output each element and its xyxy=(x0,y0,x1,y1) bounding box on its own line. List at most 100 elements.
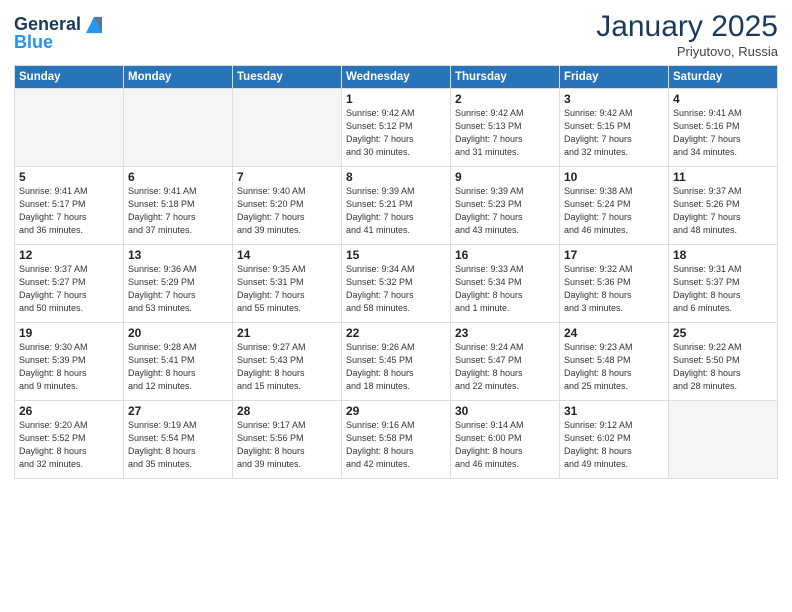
calendar-cell: 3Sunrise: 9:42 AM Sunset: 5:15 PM Daylig… xyxy=(560,89,669,167)
month-year: January 2025 xyxy=(596,10,778,44)
day-info: Sunrise: 9:36 AM Sunset: 5:29 PM Dayligh… xyxy=(128,263,228,315)
location: Priyutovo, Russia xyxy=(596,44,778,59)
day-number: 30 xyxy=(455,404,555,418)
day-info: Sunrise: 9:33 AM Sunset: 5:34 PM Dayligh… xyxy=(455,263,555,315)
day-number: 8 xyxy=(346,170,446,184)
day-info: Sunrise: 9:17 AM Sunset: 5:56 PM Dayligh… xyxy=(237,419,337,471)
day-info: Sunrise: 9:41 AM Sunset: 5:18 PM Dayligh… xyxy=(128,185,228,237)
calendar-cell: 19Sunrise: 9:30 AM Sunset: 5:39 PM Dayli… xyxy=(15,323,124,401)
day-number: 11 xyxy=(673,170,773,184)
calendar-cell xyxy=(15,89,124,167)
week-row-5: 26Sunrise: 9:20 AM Sunset: 5:52 PM Dayli… xyxy=(15,401,778,479)
day-info: Sunrise: 9:19 AM Sunset: 5:54 PM Dayligh… xyxy=(128,419,228,471)
calendar-cell: 18Sunrise: 9:31 AM Sunset: 5:37 PM Dayli… xyxy=(669,245,778,323)
calendar-cell: 11Sunrise: 9:37 AM Sunset: 5:26 PM Dayli… xyxy=(669,167,778,245)
week-row-2: 5Sunrise: 9:41 AM Sunset: 5:17 PM Daylig… xyxy=(15,167,778,245)
day-number: 25 xyxy=(673,326,773,340)
day-number: 29 xyxy=(346,404,446,418)
day-info: Sunrise: 9:39 AM Sunset: 5:23 PM Dayligh… xyxy=(455,185,555,237)
day-info: Sunrise: 9:20 AM Sunset: 5:52 PM Dayligh… xyxy=(19,419,119,471)
weekday-friday: Friday xyxy=(560,66,669,89)
calendar-cell: 25Sunrise: 9:22 AM Sunset: 5:50 PM Dayli… xyxy=(669,323,778,401)
day-number: 18 xyxy=(673,248,773,262)
day-number: 21 xyxy=(237,326,337,340)
day-info: Sunrise: 9:31 AM Sunset: 5:37 PM Dayligh… xyxy=(673,263,773,315)
day-info: Sunrise: 9:42 AM Sunset: 5:15 PM Dayligh… xyxy=(564,107,664,159)
day-info: Sunrise: 9:14 AM Sunset: 6:00 PM Dayligh… xyxy=(455,419,555,471)
day-info: Sunrise: 9:32 AM Sunset: 5:36 PM Dayligh… xyxy=(564,263,664,315)
day-number: 9 xyxy=(455,170,555,184)
calendar-cell: 26Sunrise: 9:20 AM Sunset: 5:52 PM Dayli… xyxy=(15,401,124,479)
weekday-sunday: Sunday xyxy=(15,66,124,89)
calendar-cell: 28Sunrise: 9:17 AM Sunset: 5:56 PM Dayli… xyxy=(233,401,342,479)
calendar-cell: 21Sunrise: 9:27 AM Sunset: 5:43 PM Dayli… xyxy=(233,323,342,401)
calendar-cell: 27Sunrise: 9:19 AM Sunset: 5:54 PM Dayli… xyxy=(124,401,233,479)
day-info: Sunrise: 9:42 AM Sunset: 5:12 PM Dayligh… xyxy=(346,107,446,159)
day-info: Sunrise: 9:27 AM Sunset: 5:43 PM Dayligh… xyxy=(237,341,337,393)
title-block: January 2025 Priyutovo, Russia xyxy=(596,10,778,59)
calendar-cell: 13Sunrise: 9:36 AM Sunset: 5:29 PM Dayli… xyxy=(124,245,233,323)
week-row-4: 19Sunrise: 9:30 AM Sunset: 5:39 PM Dayli… xyxy=(15,323,778,401)
calendar-cell: 14Sunrise: 9:35 AM Sunset: 5:31 PM Dayli… xyxy=(233,245,342,323)
day-number: 12 xyxy=(19,248,119,262)
day-number: 17 xyxy=(564,248,664,262)
day-info: Sunrise: 9:41 AM Sunset: 5:16 PM Dayligh… xyxy=(673,107,773,159)
day-number: 13 xyxy=(128,248,228,262)
week-row-3: 12Sunrise: 9:37 AM Sunset: 5:27 PM Dayli… xyxy=(15,245,778,323)
calendar-cell: 7Sunrise: 9:40 AM Sunset: 5:20 PM Daylig… xyxy=(233,167,342,245)
calendar-cell: 2Sunrise: 9:42 AM Sunset: 5:13 PM Daylig… xyxy=(451,89,560,167)
day-number: 19 xyxy=(19,326,119,340)
day-info: Sunrise: 9:16 AM Sunset: 5:58 PM Dayligh… xyxy=(346,419,446,471)
calendar-cell: 23Sunrise: 9:24 AM Sunset: 5:47 PM Dayli… xyxy=(451,323,560,401)
calendar-cell: 20Sunrise: 9:28 AM Sunset: 5:41 PM Dayli… xyxy=(124,323,233,401)
day-number: 20 xyxy=(128,326,228,340)
calendar-cell: 4Sunrise: 9:41 AM Sunset: 5:16 PM Daylig… xyxy=(669,89,778,167)
calendar-cell: 24Sunrise: 9:23 AM Sunset: 5:48 PM Dayli… xyxy=(560,323,669,401)
day-info: Sunrise: 9:35 AM Sunset: 5:31 PM Dayligh… xyxy=(237,263,337,315)
calendar-cell: 1Sunrise: 9:42 AM Sunset: 5:12 PM Daylig… xyxy=(342,89,451,167)
day-number: 7 xyxy=(237,170,337,184)
weekday-thursday: Thursday xyxy=(451,66,560,89)
weekday-saturday: Saturday xyxy=(669,66,778,89)
logo-icon xyxy=(83,14,105,36)
day-number: 28 xyxy=(237,404,337,418)
day-number: 31 xyxy=(564,404,664,418)
calendar-cell: 6Sunrise: 9:41 AM Sunset: 5:18 PM Daylig… xyxy=(124,167,233,245)
calendar-cell xyxy=(124,89,233,167)
day-number: 26 xyxy=(19,404,119,418)
day-info: Sunrise: 9:42 AM Sunset: 5:13 PM Dayligh… xyxy=(455,107,555,159)
day-info: Sunrise: 9:22 AM Sunset: 5:50 PM Dayligh… xyxy=(673,341,773,393)
calendar-cell: 9Sunrise: 9:39 AM Sunset: 5:23 PM Daylig… xyxy=(451,167,560,245)
weekday-wednesday: Wednesday xyxy=(342,66,451,89)
day-info: Sunrise: 9:30 AM Sunset: 5:39 PM Dayligh… xyxy=(19,341,119,393)
day-info: Sunrise: 9:26 AM Sunset: 5:45 PM Dayligh… xyxy=(346,341,446,393)
day-info: Sunrise: 9:23 AM Sunset: 5:48 PM Dayligh… xyxy=(564,341,664,393)
day-number: 1 xyxy=(346,92,446,106)
main-container: General Blue January 2025 Priyutovo, Rus… xyxy=(0,0,792,612)
calendar-cell: 29Sunrise: 9:16 AM Sunset: 5:58 PM Dayli… xyxy=(342,401,451,479)
calendar-cell: 10Sunrise: 9:38 AM Sunset: 5:24 PM Dayli… xyxy=(560,167,669,245)
day-info: Sunrise: 9:37 AM Sunset: 5:26 PM Dayligh… xyxy=(673,185,773,237)
calendar-cell: 17Sunrise: 9:32 AM Sunset: 5:36 PM Dayli… xyxy=(560,245,669,323)
day-number: 27 xyxy=(128,404,228,418)
day-number: 5 xyxy=(19,170,119,184)
day-info: Sunrise: 9:24 AM Sunset: 5:47 PM Dayligh… xyxy=(455,341,555,393)
day-number: 2 xyxy=(455,92,555,106)
day-number: 14 xyxy=(237,248,337,262)
day-info: Sunrise: 9:37 AM Sunset: 5:27 PM Dayligh… xyxy=(19,263,119,315)
calendar-cell: 12Sunrise: 9:37 AM Sunset: 5:27 PM Dayli… xyxy=(15,245,124,323)
day-number: 24 xyxy=(564,326,664,340)
calendar-table: SundayMondayTuesdayWednesdayThursdayFrid… xyxy=(14,65,778,479)
day-info: Sunrise: 9:28 AM Sunset: 5:41 PM Dayligh… xyxy=(128,341,228,393)
calendar-cell: 8Sunrise: 9:39 AM Sunset: 5:21 PM Daylig… xyxy=(342,167,451,245)
weekday-tuesday: Tuesday xyxy=(233,66,342,89)
day-number: 4 xyxy=(673,92,773,106)
calendar-cell xyxy=(233,89,342,167)
day-info: Sunrise: 9:40 AM Sunset: 5:20 PM Dayligh… xyxy=(237,185,337,237)
logo: General Blue xyxy=(14,14,105,53)
day-number: 15 xyxy=(346,248,446,262)
calendar-cell xyxy=(669,401,778,479)
weekday-header-row: SundayMondayTuesdayWednesdayThursdayFrid… xyxy=(15,66,778,89)
day-info: Sunrise: 9:39 AM Sunset: 5:21 PM Dayligh… xyxy=(346,185,446,237)
calendar-cell: 16Sunrise: 9:33 AM Sunset: 5:34 PM Dayli… xyxy=(451,245,560,323)
